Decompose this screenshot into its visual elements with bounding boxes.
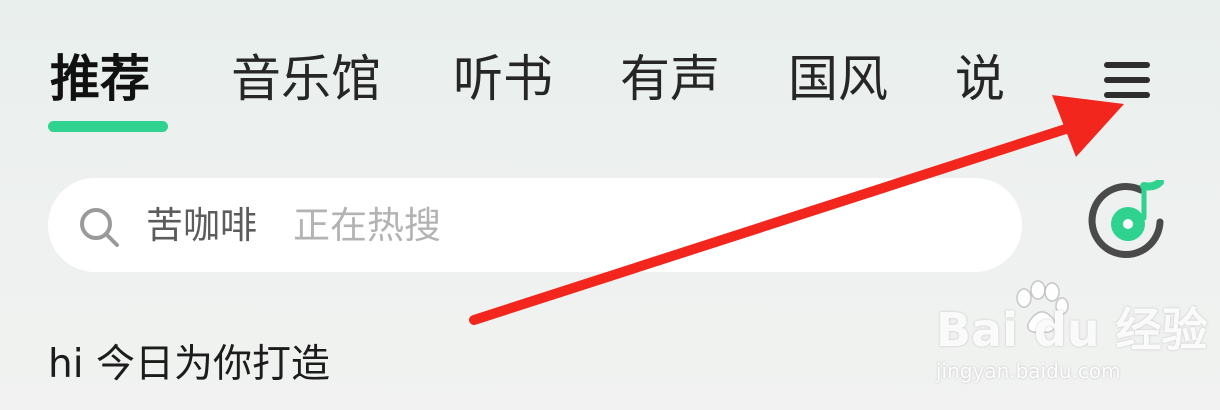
baidu-jingyan-watermark: Bai du 经验 jingyan.baidu.com (930, 280, 1208, 390)
greeting-heading: hi 今日为你打造 (48, 342, 330, 387)
tab-guofeng[interactable]: 国风 (788, 44, 888, 114)
watermark-url: jingyan.baidu.com (936, 359, 1121, 383)
top-tab-bar: 推荐 音乐馆 听书 有声 国风 说 (0, 0, 1060, 150)
watermark-logo-text: Bai du 经验 (936, 303, 1208, 357)
search-hot-term: 苦咖啡 (146, 204, 257, 247)
tab-music-hall[interactable]: 音乐馆 (231, 44, 381, 114)
tab-audiobooks[interactable]: 听书 (453, 44, 553, 114)
search-hot-hint: 正在热搜 (293, 204, 441, 247)
hamburger-menu-icon (1104, 62, 1150, 68)
search-icon (80, 208, 119, 247)
active-tab-indicator (48, 121, 168, 132)
tab-crosstalk-partial[interactable]: 说 (955, 44, 1005, 114)
music-disc-icon (1088, 178, 1164, 259)
menu-button[interactable] (1100, 60, 1154, 100)
tab-audio-drama[interactable]: 有声 (620, 44, 720, 114)
music-player-button[interactable] (1088, 178, 1168, 260)
tab-recommend[interactable]: 推荐 (50, 44, 150, 114)
search-bar[interactable]: 苦咖啡 正在热搜 (48, 178, 1022, 272)
